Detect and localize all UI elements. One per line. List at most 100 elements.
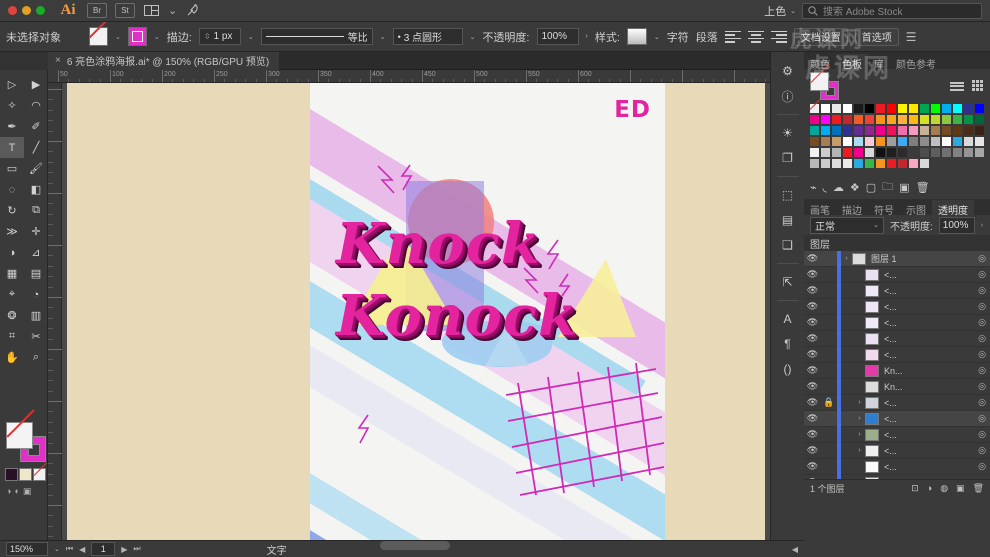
disclosure-triangle-icon[interactable]: › — [841, 255, 852, 262]
panel-fill-swatch[interactable] — [810, 72, 829, 91]
swatch-cell[interactable] — [820, 125, 831, 136]
swatch-cell[interactable] — [908, 103, 919, 114]
workspace-switcher[interactable]: 上色 ⌄ — [764, 3, 796, 19]
stroke-swatch[interactable] — [127, 27, 147, 46]
swatch-cell[interactable] — [842, 125, 853, 136]
swatch-cell[interactable] — [842, 147, 853, 158]
target-indicator-icon[interactable]: ◎ — [974, 397, 990, 408]
swatch-cell[interactable] — [853, 125, 864, 136]
swatch-cell[interactable] — [930, 114, 941, 125]
layer-name[interactable]: <... — [879, 462, 974, 472]
selection-tool[interactable]: ▷ — [0, 74, 24, 95]
layer-row[interactable]: 👁 <...◎ — [804, 314, 990, 331]
slice-tool[interactable]: ✂ — [24, 326, 48, 347]
stroke-profile-select[interactable]: 等比 — [260, 28, 373, 45]
swatch-cell[interactable] — [897, 103, 908, 114]
layer-name[interactable]: <... — [879, 478, 974, 480]
new-layer-icon[interactable]: ▣ — [956, 483, 965, 494]
target-indicator-icon[interactable]: ◎ — [974, 381, 990, 392]
swatch-cell[interactable] — [974, 125, 985, 136]
swatch-cell[interactable] — [809, 147, 820, 158]
window-controls[interactable] — [0, 6, 53, 15]
layer-name[interactable]: <... — [879, 318, 974, 328]
lasso-tool[interactable]: ◠ — [24, 95, 48, 116]
draw-normal-icon[interactable]: ◑ — [6, 486, 11, 497]
swatch-cell[interactable] — [864, 158, 875, 169]
swatch-cell[interactable] — [952, 125, 963, 136]
layer-name[interactable]: 图层 1 — [866, 252, 974, 265]
layer-row[interactable]: 👁 <...◎ — [804, 330, 990, 347]
target-indicator-icon[interactable]: ◎ — [974, 269, 990, 280]
layer-name[interactable]: <... — [879, 286, 974, 296]
column-graph-tool[interactable]: ▥ — [24, 305, 48, 326]
swatch-cell[interactable] — [941, 103, 952, 114]
layer-row[interactable]: 👁 Kn... ◎ — [804, 362, 990, 379]
paragraph-link[interactable]: 段落 — [696, 29, 718, 45]
prop-tab-0[interactable]: 画笔 — [804, 200, 836, 217]
swatch-cell[interactable] — [886, 136, 897, 147]
eye-icon[interactable]: 👁 — [804, 349, 821, 360]
panel-tab-2[interactable]: 库 — [868, 54, 890, 71]
prop-tab-3[interactable]: 示图 — [900, 200, 932, 217]
swatch-cell[interactable] — [886, 114, 897, 125]
swatch-cell[interactable] — [831, 147, 842, 158]
close-icon[interactable]: × — [55, 55, 61, 66]
target-indicator-icon[interactable]: ◎ — [974, 333, 990, 344]
swatch-cell[interactable] — [930, 147, 941, 158]
rectangle-tool[interactable]: ▭ — [0, 158, 24, 179]
swatch-cell[interactable] — [941, 125, 952, 136]
eye-icon[interactable]: 👁 — [804, 461, 821, 472]
swatch-cell[interactable] — [853, 158, 864, 169]
swatch-cell[interactable] — [842, 103, 853, 114]
style-chevron-icon[interactable]: ⌄ — [654, 33, 660, 41]
grid-view-icon[interactable] — [970, 80, 984, 92]
swatch-cell[interactable] — [864, 136, 875, 147]
draw-behind-icon[interactable]: ◐ — [14, 486, 19, 497]
current-tool-status[interactable]: 文字 — [267, 542, 287, 557]
swatch-cell[interactable] — [853, 147, 864, 158]
eye-icon[interactable]: 👁 — [804, 317, 821, 328]
last-artboard-button[interactable]: ⏭ — [133, 544, 140, 554]
swatch-cell[interactable] — [919, 114, 930, 125]
target-indicator-icon[interactable]: ◎ — [974, 317, 990, 328]
prop-tab-2[interactable]: 符号 — [868, 200, 900, 217]
pen-tool[interactable]: ✒ — [0, 116, 24, 137]
swatch-cell[interactable] — [809, 98, 821, 114]
blend-tool[interactable]: ◔ — [24, 284, 48, 305]
layer-row[interactable]: 👁 Kn... ◎ — [804, 378, 990, 395]
scroll-left-icon[interactable]: ◀ — [792, 545, 798, 554]
swatch-cell[interactable] — [820, 147, 831, 158]
swatch-cell[interactable] — [897, 147, 908, 158]
profile-chevron-icon[interactable]: ⌄ — [380, 33, 386, 41]
swatch-cell[interactable] — [864, 125, 875, 136]
minimize-window-button[interactable] — [22, 6, 31, 15]
swatch-cell[interactable] — [875, 158, 886, 169]
swatch-cell[interactable] — [963, 147, 974, 158]
swatch-cell[interactable] — [831, 103, 842, 114]
layer-name[interactable]: <... — [879, 334, 974, 344]
swatch-cell[interactable] — [886, 147, 897, 158]
swatch-cell[interactable] — [897, 158, 908, 169]
layer-row[interactable]: 👁 <...◎ — [804, 298, 990, 315]
artboard-number-input[interactable]: 1 — [91, 542, 116, 556]
swatch-cell[interactable] — [974, 136, 985, 147]
zoom-tool[interactable]: ⌕ — [24, 347, 48, 368]
swatch-cell[interactable] — [875, 147, 886, 158]
mesh-tool[interactable]: ▦ — [0, 263, 24, 284]
swatch-cell[interactable] — [963, 136, 974, 147]
swatch-cell[interactable] — [908, 136, 919, 147]
transform-icon[interactable]: ⬚ — [778, 186, 798, 204]
swatch-cell[interactable] — [963, 103, 974, 114]
layer-row[interactable]: 👁 <...◎ — [804, 266, 990, 283]
horizontal-ruler[interactable]: 50 100 200 250 300 350 400 450 500 550 600 — [48, 70, 770, 83]
swatch-cell[interactable] — [974, 103, 985, 114]
perspective-grid-tool[interactable]: ⊿ — [24, 242, 48, 263]
locate-object-icon[interactable]: ⊡ — [911, 483, 919, 494]
swatch-cell[interactable] — [930, 136, 941, 147]
swatch-cell[interactable] — [908, 125, 919, 136]
swatch-cell[interactable] — [886, 125, 897, 136]
preferences-button[interactable]: 首选项 — [854, 27, 899, 46]
arrange-caret-icon[interactable]: ⌄ — [168, 4, 177, 17]
magic-wand-tool[interactable]: ✧ — [0, 95, 24, 116]
swatch-cell[interactable] — [831, 125, 842, 136]
